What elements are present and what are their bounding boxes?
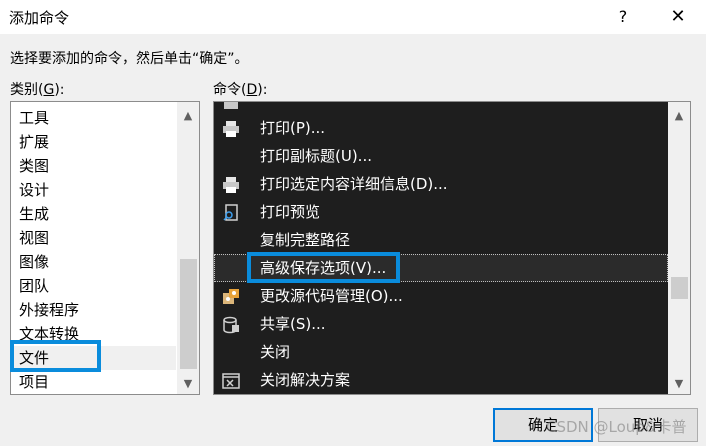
- share-icon: [222, 315, 240, 334]
- scroll-thumb[interactable]: [671, 277, 688, 299]
- print-preview-icon: [222, 203, 240, 221]
- command-item[interactable]: 打印预览: [214, 198, 668, 226]
- command-item[interactable]: 更改源代码管理(O)...: [214, 282, 668, 310]
- category-item[interactable]: 图像: [11, 250, 176, 274]
- category-item[interactable]: 工具: [11, 106, 176, 130]
- scroll-down-icon[interactable]: ▼: [668, 374, 690, 394]
- command-item[interactable]: 打印(P)...: [214, 114, 668, 142]
- close-button[interactable]: ✕: [664, 4, 692, 30]
- command-item[interactable]: 关闭解决方案: [214, 366, 668, 394]
- category-item[interactable]: 外接程序: [11, 298, 176, 322]
- command-label: 关闭: [260, 343, 291, 361]
- categories-label: 类别(G):: [10, 82, 65, 98]
- scroll-down-icon[interactable]: ▼: [177, 374, 199, 394]
- command-label: 共享(S)...: [260, 315, 326, 333]
- category-item[interactable]: 生成: [11, 202, 176, 226]
- commands-list[interactable]: 打印(P)... 打印副标题(U)... 打印选定内容详细信息(D)... 打印…: [213, 101, 691, 395]
- commands-scrollbar[interactable]: ▲ ▼: [668, 102, 690, 394]
- instruction-text: 选择要添加的命令，然后单击“确定”。: [10, 51, 249, 67]
- category-item[interactable]: 设计: [11, 178, 176, 202]
- command-item[interactable]: 共享(S)...: [214, 310, 668, 338]
- commands-label: 命令(D):: [213, 82, 268, 98]
- command-item[interactable]: 打印选定内容详细信息(D)...: [214, 170, 668, 198]
- printer-icon: [222, 119, 240, 137]
- command-label: 打印选定内容详细信息(D)...: [260, 175, 448, 193]
- command-label: 打印预览: [260, 203, 321, 221]
- command-item[interactable]: 打印副标题(U)...: [214, 142, 668, 170]
- category-item[interactable]: 项目: [11, 370, 176, 394]
- help-button[interactable]: ?: [612, 4, 634, 30]
- highlight-annotation: [247, 252, 400, 283]
- save-icon: [222, 102, 240, 110]
- highlight-annotation: [10, 340, 101, 372]
- command-item[interactable]: 关闭: [214, 338, 668, 366]
- scroll-up-icon[interactable]: ▲: [668, 106, 690, 126]
- category-item[interactable]: 扩展: [11, 130, 176, 154]
- cancel-button[interactable]: 取消: [598, 408, 698, 442]
- category-item[interactable]: 类图: [11, 154, 176, 178]
- category-item[interactable]: 团队: [11, 274, 176, 298]
- command-label: 关闭解决方案: [260, 371, 351, 389]
- command-label: 复制完整路径: [260, 231, 351, 249]
- printer-icon: [222, 175, 240, 193]
- ok-button[interactable]: 确定: [493, 408, 593, 442]
- dialog-title: 添加命令: [9, 9, 70, 27]
- close-solution-icon: [222, 371, 240, 389]
- categories-scrollbar[interactable]: ▲ ▼: [177, 102, 199, 394]
- source-control-icon: [222, 287, 240, 305]
- command-item-partial: [214, 102, 668, 115]
- scroll-up-icon[interactable]: ▲: [177, 106, 199, 126]
- title-bar: 添加命令 ? ✕: [0, 0, 706, 34]
- command-label: 打印副标题(U)...: [260, 147, 372, 165]
- scroll-thumb[interactable]: [180, 259, 197, 369]
- command-item[interactable]: 复制完整路径: [214, 226, 668, 254]
- command-label: 更改源代码管理(O)...: [260, 287, 403, 305]
- command-label: 打印(P)...: [260, 119, 326, 137]
- category-item[interactable]: 视图: [11, 226, 176, 250]
